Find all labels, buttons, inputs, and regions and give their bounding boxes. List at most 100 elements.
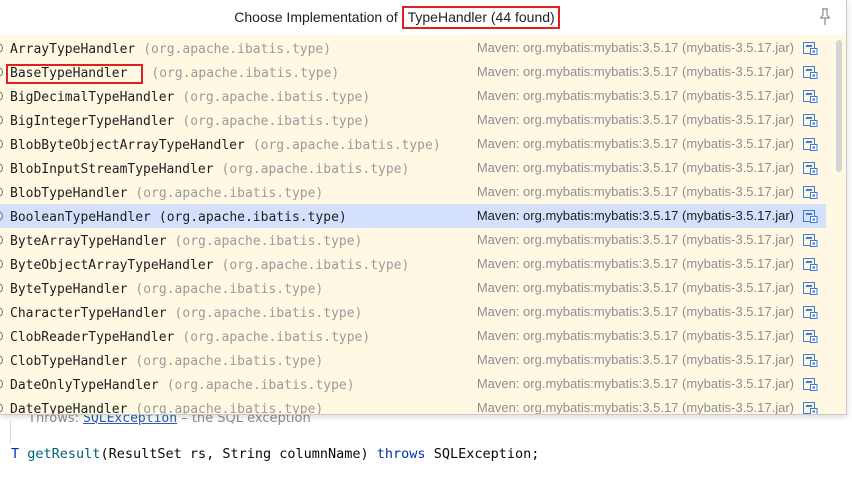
list-item[interactable]: CharacterTypeHandler (org.apache.ibatis.t…: [0, 300, 826, 324]
class-name: BlobInputStreamTypeHandler: [10, 162, 214, 177]
pin-icon[interactable]: [817, 8, 833, 26]
list-item-left: CharacterTypeHandler (org.apache.ibatis.t…: [0, 300, 362, 324]
package-name: (org.apache.ibatis.type): [174, 234, 363, 249]
library-jar-icon: [803, 330, 818, 343]
library-jar-icon: [803, 186, 818, 199]
package-name: (org.apache.ibatis.type): [135, 282, 324, 297]
list-item-left: BigDecimalTypeHandler (org.apache.ibatis.…: [0, 84, 370, 108]
list-item[interactable]: BlobByteObjectArrayTypeHandler (org.apach…: [0, 132, 826, 156]
popup-title-prefix: Choose Implementation of: [234, 9, 402, 25]
class-bullet-icon: [0, 66, 3, 77]
class-bullet-icon: [0, 234, 3, 245]
list-item[interactable]: ByteObjectArrayTypeHandler (org.apache.ib…: [0, 252, 826, 276]
list-item-left: ByteTypeHandler (org.apache.ibatis.type): [0, 276, 323, 300]
list-item[interactable]: BooleanTypeHandler (org.apache.ibatis.typ…: [0, 204, 826, 228]
list-item[interactable]: BlobInputStreamTypeHandler (org.apache.ib…: [0, 156, 826, 180]
package-name: (org.apache.ibatis.type): [135, 354, 324, 369]
code-exception: SQLException;: [433, 446, 540, 462]
class-bullet-icon: [0, 330, 3, 341]
list-item[interactable]: ByteArrayTypeHandler (org.apache.ibatis.t…: [0, 228, 826, 252]
class-bullet-icon: [0, 210, 3, 221]
library-jar-icon: [803, 234, 818, 247]
list-item[interactable]: BigIntegerTypeHandler (org.apache.ibatis.…: [0, 108, 826, 132]
list-item[interactable]: BlobTypeHandler (org.apache.ibatis.type) M…: [0, 180, 826, 204]
list-item-left: ArrayTypeHandler (org.apache.ibatis.type): [0, 36, 331, 60]
class-bullet-icon: [0, 402, 3, 413]
list-item-left: DateTypeHandler (org.apache.ibatis.type): [0, 396, 324, 415]
list-item[interactable]: BigDecimalTypeHandler (org.apache.ibatis.…: [0, 84, 826, 108]
popup-title: Choose Implementation of TypeHandler (44…: [0, 0, 794, 35]
class-name: ClobReaderTypeHandler: [10, 330, 175, 345]
library-jar-icon: [803, 402, 818, 414]
list-item-left: BigIntegerTypeHandler (org.apache.ibatis.…: [0, 108, 370, 132]
list-item[interactable]: DateOnlyTypeHandler (org.apache.ibatis.ty…: [0, 372, 826, 396]
doc-gutter-line: [10, 421, 11, 443]
package-name: (org.apache.ibatis.type): [221, 258, 410, 273]
library-jar-icon: [803, 258, 818, 271]
popup-title-highlight: TypeHandler (44 found): [401, 6, 560, 29]
code-return-type: T: [11, 446, 20, 462]
popup-scrollbar[interactable]: [836, 40, 842, 172]
library-jar-icon: [803, 114, 818, 127]
class-name: BigDecimalTypeHandler: [10, 90, 175, 105]
package-name: (org.apache.ibatis.type): [182, 114, 371, 129]
list-item-left: ClobReaderTypeHandler (org.apache.ibatis.…: [0, 324, 370, 348]
class-bullet-icon: [0, 114, 3, 125]
library-name: Maven: org.mybatis:mybatis:3.5.17 (mybat…: [476, 160, 794, 175]
choose-implementation-popup: Choose Implementation of TypeHandler (44…: [0, 0, 847, 415]
library-name: Maven: org.mybatis:mybatis:3.5.17 (mybat…: [476, 304, 794, 319]
class-bullet-icon: [0, 90, 3, 101]
library-jar-icon: [803, 306, 818, 319]
list-item-left: BlobTypeHandler (org.apache.ibatis.type): [0, 180, 323, 204]
library-jar-icon: [803, 66, 818, 79]
list-item-left: BlobByteObjectArrayTypeHandler (org.apach…: [0, 132, 441, 156]
class-name: ArrayTypeHandler: [10, 42, 136, 57]
library-name: Maven: org.mybatis:mybatis:3.5.17 (mybat…: [476, 184, 794, 199]
class-name: BlobTypeHandler: [10, 186, 128, 201]
class-bullet-icon: [0, 162, 3, 173]
package-name: (org.apache.ibatis.type): [143, 42, 332, 57]
library-name: Maven: org.mybatis:mybatis:3.5.17 (mybat…: [476, 64, 794, 79]
package-name: (org.apache.ibatis.type): [221, 162, 410, 177]
class-bullet-icon: [0, 42, 3, 53]
list-item[interactable]: ClobTypeHandler (org.apache.ibatis.type) M…: [0, 348, 826, 372]
library-jar-icon: [803, 210, 818, 223]
class-bullet-icon: [0, 138, 3, 149]
code-method-name: getResult: [27, 446, 101, 462]
code-params: (ResultSet rs, String columnName): [100, 446, 369, 462]
list-item[interactable]: BaseTypeHandler (org.apache.ibatis.type) M…: [0, 60, 826, 84]
package-name: (org.apache.ibatis.type): [151, 66, 340, 81]
class-name: CharacterTypeHandler: [10, 306, 167, 321]
code-throws-keyword: throws: [376, 446, 426, 462]
library-jar-icon: [803, 162, 818, 175]
package-name: (org.apache.ibatis.type): [174, 306, 363, 321]
library-name: Maven: org.mybatis:mybatis:3.5.17 (mybat…: [476, 400, 794, 415]
list-item[interactable]: ArrayTypeHandler (org.apache.ibatis.type)…: [0, 36, 826, 60]
library-jar-icon: [803, 42, 818, 55]
library-name: Maven: org.mybatis:mybatis:3.5.17 (mybat…: [476, 352, 794, 367]
list-item[interactable]: DateTypeHandler (org.apache.ibatis.type) M…: [0, 396, 826, 415]
library-jar-icon: [803, 282, 818, 295]
library-name: Maven: org.mybatis:mybatis:3.5.17 (mybat…: [476, 112, 794, 127]
library-name: Maven: org.mybatis:mybatis:3.5.17 (mybat…: [476, 376, 794, 391]
class-bullet-icon: [0, 378, 3, 389]
list-item[interactable]: ByteTypeHandler (org.apache.ibatis.type) M…: [0, 276, 826, 300]
list-item[interactable]: ClobReaderTypeHandler (org.apache.ibatis.…: [0, 324, 826, 348]
popup-header: Choose Implementation of TypeHandler (44…: [0, 0, 846, 35]
class-name: ByteObjectArrayTypeHandler: [10, 258, 214, 273]
package-name: (org.apache.ibatis.type): [182, 330, 371, 345]
class-bullet-icon: [0, 354, 3, 365]
code-line-get-result[interactable]: T getResult(ResultSet rs, String columnN…: [11, 446, 539, 462]
list-item-left: ByteObjectArrayTypeHandler (org.apache.ib…: [0, 252, 409, 276]
class-name: BigIntegerTypeHandler: [10, 114, 175, 129]
package-name: (org.apache.ibatis.type): [252, 138, 441, 153]
class-bullet-icon: [0, 282, 3, 293]
class-name: BlobByteObjectArrayTypeHandler: [10, 138, 245, 153]
package-name: (org.apache.ibatis.type): [135, 402, 324, 415]
list-item-left: DateOnlyTypeHandler (org.apache.ibatis.ty…: [0, 372, 355, 396]
class-name: BaseTypeHandler: [6, 64, 144, 84]
implementation-list: ArrayTypeHandler (org.apache.ibatis.type)…: [0, 36, 826, 415]
library-name: Maven: org.mybatis:mybatis:3.5.17 (mybat…: [476, 256, 794, 271]
class-name: ClobTypeHandler: [10, 354, 128, 369]
library-name: Maven: org.mybatis:mybatis:3.5.17 (mybat…: [476, 208, 794, 223]
